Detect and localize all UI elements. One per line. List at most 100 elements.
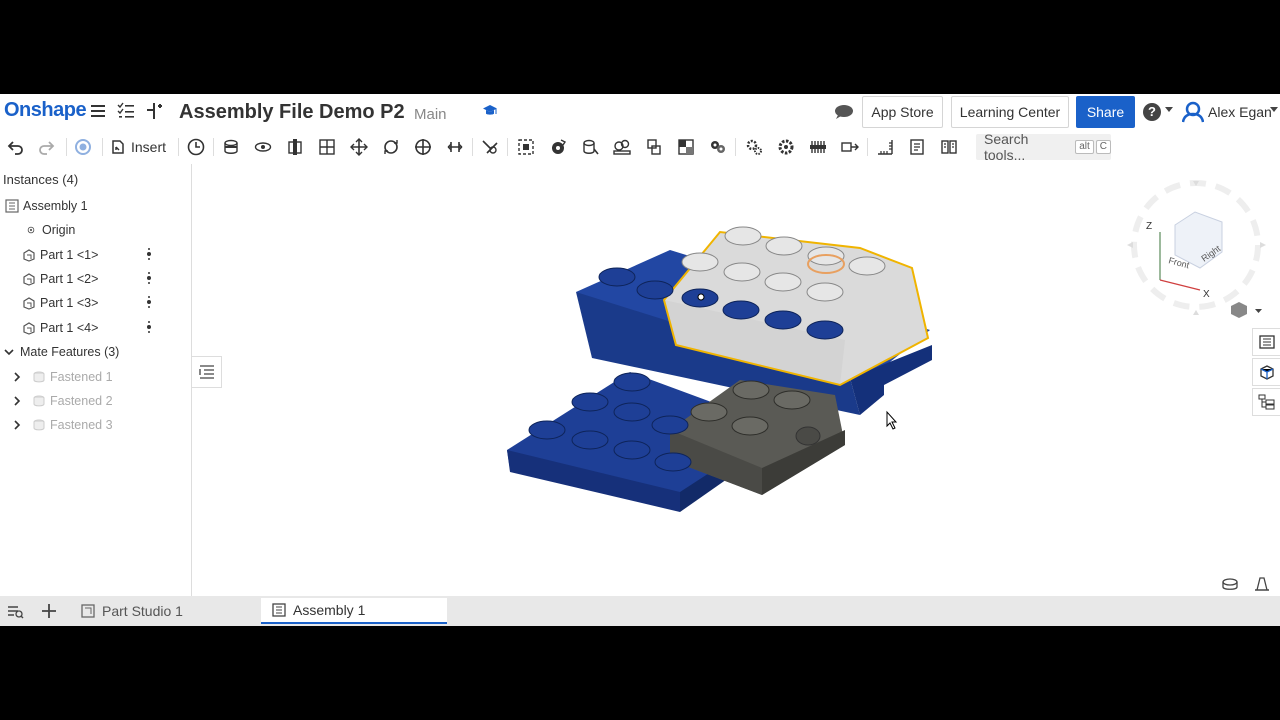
search-tools-input[interactable]: Search tools... alt C [976,131,1111,163]
mate-features-header[interactable]: Mate Features (3) [0,342,190,362]
screw-relation-icon[interactable] [645,138,663,156]
clock-icon[interactable] [187,138,205,156]
gear-relation-icon[interactable] [581,138,599,156]
onshape-logo[interactable]: Onshape [4,99,87,122]
appearance-panel-button[interactable] [1252,358,1280,386]
list-item-mate[interactable]: Fastened 3 [0,415,190,435]
axis-x-label: X [1203,289,1210,300]
tree-icon [1258,394,1274,410]
list-item-mate[interactable]: Fastened 1 [0,367,190,387]
origin-label: Origin [42,223,76,237]
graphics-viewport[interactable]: Z X Front Right [193,164,1280,596]
list-item-origin[interactable]: Origin [0,220,190,240]
toolbar-divider [102,138,103,156]
learning-center-button[interactable]: Learning Center [951,96,1069,128]
replicate-icon[interactable] [709,138,727,156]
toolbar-divider [735,138,736,156]
view-cube[interactable]: Z X Front Right [1127,180,1266,315]
insert-feature-icon[interactable] [144,102,164,122]
linear-relation-icon[interactable] [677,138,695,156]
redo-icon[interactable] [38,138,56,156]
mate-connector-icon[interactable] [517,138,535,156]
user-menu-chevron-icon[interactable] [1270,107,1278,112]
rack-icon[interactable] [809,138,827,156]
insert-button[interactable]: Insert [110,137,166,157]
fastened-mate-icon [33,371,45,383]
toolbar: Insert Search tools... alt C [0,131,1280,163]
tab-label: Part Studio 1 [102,603,183,619]
menu-icon[interactable] [88,102,108,122]
share-button[interactable]: Share [1076,96,1135,128]
list-item-part[interactable]: Part 1 <1> [0,245,190,265]
section-view-icon[interactable] [1253,576,1271,592]
mate-connector-marker [697,293,705,301]
branch-label[interactable]: Main [414,106,447,123]
help-icon[interactable]: ? [1143,103,1161,121]
measure-icon[interactable] [876,138,894,156]
tab-part-studio[interactable]: Part Studio 1 [70,598,258,624]
drag-handle-icon[interactable] [147,248,151,262]
app-store-button[interactable]: App Store [862,96,943,128]
undo-icon[interactable] [6,138,24,156]
list-item-assembly[interactable]: Assembly 1 [0,196,190,216]
toolbar-divider [867,138,868,156]
graduation-cap-icon[interactable] [482,104,498,118]
bom-panel-button[interactable] [1252,388,1280,416]
document-icon [1258,335,1275,349]
onshape-app: Onshape Assembly File Demo P2 Main App S… [0,94,1280,626]
drag-handle-icon[interactable] [147,296,151,310]
cylindrical-mate-icon[interactable] [350,138,368,156]
fastened-mate-icon[interactable] [222,138,240,156]
rack-pinion-icon[interactable] [613,138,631,156]
parallel-mate-icon[interactable] [446,138,464,156]
explode-view-icon[interactable] [841,138,859,156]
part-label: Part 1 <1> [40,248,99,262]
assembly-icon [272,603,286,617]
list-item-mate[interactable]: Fastened 2 [0,391,190,411]
mass-properties-icon[interactable] [908,138,926,156]
chevron-down-icon[interactable] [1165,107,1173,112]
shortcut-key-c: C [1095,140,1111,154]
chevron-right-icon [14,420,21,430]
part-icon [23,273,35,286]
properties-panel-button[interactable] [1252,328,1280,356]
add-tab-icon[interactable] [40,602,58,620]
pin-slot-mate-icon[interactable] [382,138,400,156]
part-studio-icon [81,604,95,618]
view-options-icon[interactable] [1231,302,1262,318]
instances-title[interactable]: Instances (4) [3,172,78,187]
list-item-part[interactable]: Part 1 <3> [0,293,190,313]
tab-assembly[interactable]: Assembly 1 [261,598,447,624]
part-label: Part 1 <3> [40,296,99,310]
slider-mate-icon[interactable] [286,138,304,156]
view-mode-icon[interactable] [1221,576,1239,592]
bill-of-materials-icon[interactable] [940,138,958,156]
cog-icon[interactable] [777,138,795,156]
user-name[interactable]: Alex Egan [1208,104,1272,120]
drag-handle-icon[interactable] [147,321,151,335]
chevron-right-icon [14,372,21,382]
user-avatar-icon[interactable] [1181,101,1205,123]
part-label: Part 1 <2> [40,272,99,286]
gear-icon[interactable] [745,138,763,156]
document-title[interactable]: Assembly File Demo P2 [179,101,405,124]
regenerate-icon[interactable] [74,138,92,156]
tangent-mate-icon[interactable] [481,138,499,156]
planar-mate-icon[interactable] [318,138,336,156]
part-label: Part 1 <4> [40,321,99,335]
shortcut-key-alt: alt [1075,140,1094,154]
mate-label: Fastened 2 [50,394,113,408]
list-item-part[interactable]: Part 1 <4> [0,318,190,338]
lego-assembly-model[interactable]: Z X Front Right [193,164,1280,596]
ball-mate-icon[interactable] [414,138,432,156]
mate-label: Fastened 3 [50,418,113,432]
tab-manager-icon[interactable] [6,602,24,620]
feature-list-icon[interactable] [116,102,136,122]
list-item-part[interactable]: Part 1 <2> [0,269,190,289]
drag-handle-icon[interactable] [147,272,151,286]
group-icon[interactable] [549,138,567,156]
toolbar-divider [213,138,214,156]
revolute-mate-icon[interactable] [254,138,272,156]
tab-bar: Part Studio 1 Assembly 1 [0,596,1280,626]
comment-icon[interactable] [834,104,854,120]
